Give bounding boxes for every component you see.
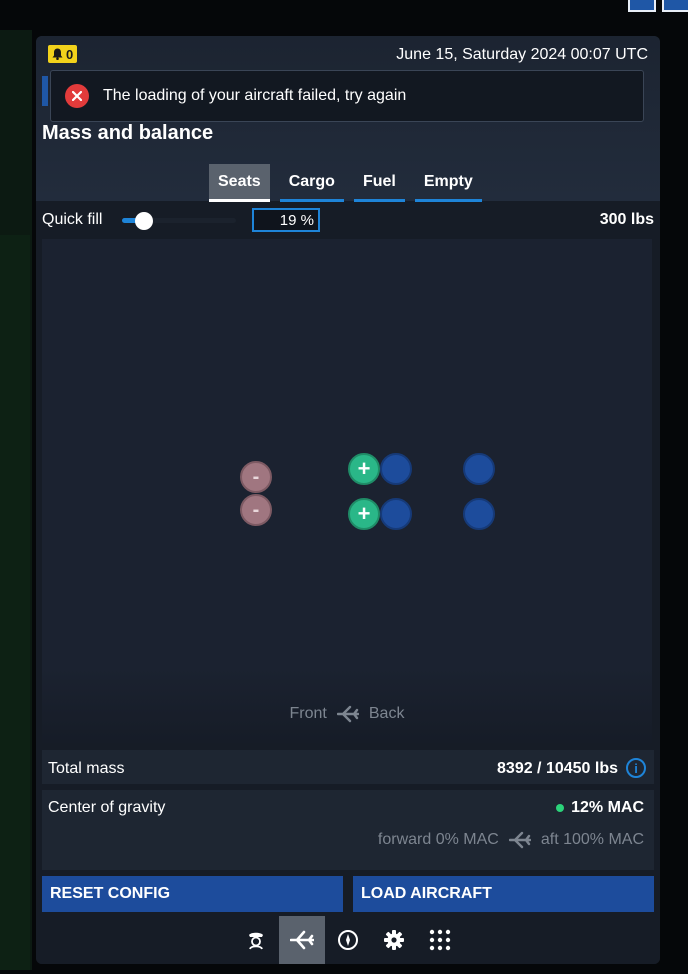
seat-remove-button[interactable]: - xyxy=(240,494,272,526)
tab-seats[interactable]: Seats xyxy=(209,164,270,202)
bottom-nav xyxy=(36,916,660,964)
seat-occupied[interactable] xyxy=(463,453,495,485)
page-title: Mass and balance xyxy=(42,122,214,144)
info-icon[interactable]: i xyxy=(626,758,646,778)
nav-compass[interactable] xyxy=(325,916,371,964)
pilot-icon xyxy=(249,932,263,950)
quick-fill-slider[interactable] xyxy=(122,212,236,230)
seat-add-button[interactable]: + xyxy=(348,453,380,485)
total-mass-label: Total mass xyxy=(48,760,125,777)
seat-occupied[interactable] xyxy=(380,453,412,485)
load-aircraft-button[interactable]: LOAD AIRCRAFT xyxy=(353,876,654,912)
cg-aft: aft 100% MAC xyxy=(540,831,644,848)
quick-fill-weight: 300 lbs xyxy=(599,211,654,228)
notification-count: 0 xyxy=(66,46,74,62)
cg-range: forward 0% MAC aft 100% MAC xyxy=(378,831,644,849)
seat-add-button[interactable]: + xyxy=(348,498,380,530)
error-toast[interactable]: The loading of your aircraft failed, try… xyxy=(50,70,644,122)
notification-badge[interactable]: 0 xyxy=(48,45,78,63)
cg-value-text: 12% MAC xyxy=(571,799,644,816)
nav-apps[interactable] xyxy=(417,916,463,964)
toast-message: The loading of your aircraft failed, try… xyxy=(103,87,407,104)
window-maximize-button[interactable] xyxy=(628,0,656,12)
seat-map: - - + + Front Back xyxy=(42,239,652,743)
cg-label: Center of gravity xyxy=(48,799,166,816)
center-of-gravity-row: Center of gravity 12% MAC forward 0% MAC… xyxy=(42,790,654,870)
total-mass-value: 8392 / 10450 lbs xyxy=(497,760,618,777)
cg-value: 12% MAC xyxy=(556,799,644,817)
quick-fill-slider-thumb[interactable] xyxy=(134,212,153,230)
seat-occupied[interactable] xyxy=(380,498,412,530)
tab-cargo[interactable]: Cargo xyxy=(279,164,344,202)
quick-fill-row: Quick fill 300 lbs xyxy=(36,202,660,238)
mass-balance-panel: 0 June 15, Saturday 2024 00:07 UTC The l… xyxy=(36,36,660,964)
total-mass-row: Total mass 8392 / 10450 lbs i xyxy=(42,750,654,784)
background-window-green xyxy=(0,235,30,970)
tab-fuel[interactable]: Fuel xyxy=(353,164,405,202)
reset-config-button[interactable]: RESET CONFIG xyxy=(42,876,343,912)
tab-bar: Seats Cargo Fuel Empty xyxy=(209,164,482,202)
cg-forward: forward 0% MAC xyxy=(377,831,499,848)
quick-fill-input[interactable] xyxy=(252,208,320,232)
seat-occupied[interactable] xyxy=(463,498,495,530)
direction-front: Front xyxy=(289,705,327,722)
gear-icon xyxy=(384,930,404,950)
direction-indicator: Front Back xyxy=(42,705,652,723)
cg-status-dot xyxy=(556,804,565,812)
direction-back: Back xyxy=(368,705,405,722)
nav-pilot[interactable] xyxy=(233,916,279,964)
airplane-icon xyxy=(508,831,531,849)
panel-header: 0 June 15, Saturday 2024 00:07 UTC The l… xyxy=(36,36,660,202)
seat-remove-button[interactable]: - xyxy=(240,461,272,493)
grid-icon xyxy=(429,929,451,951)
hidden-tab-stub xyxy=(42,76,48,106)
bell-icon xyxy=(52,48,63,60)
datetime: June 15, Saturday 2024 00:07 UTC xyxy=(396,46,648,63)
airplane-icon xyxy=(290,930,314,950)
airplane-icon xyxy=(336,705,359,723)
error-x-icon xyxy=(65,84,89,108)
nav-aircraft[interactable] xyxy=(279,916,325,964)
nav-settings[interactable] xyxy=(371,916,417,964)
tab-empty[interactable]: Empty xyxy=(414,164,482,202)
compass-icon xyxy=(338,930,358,950)
quick-fill-label: Quick fill xyxy=(42,211,103,228)
window-close-button[interactable] xyxy=(662,0,688,12)
